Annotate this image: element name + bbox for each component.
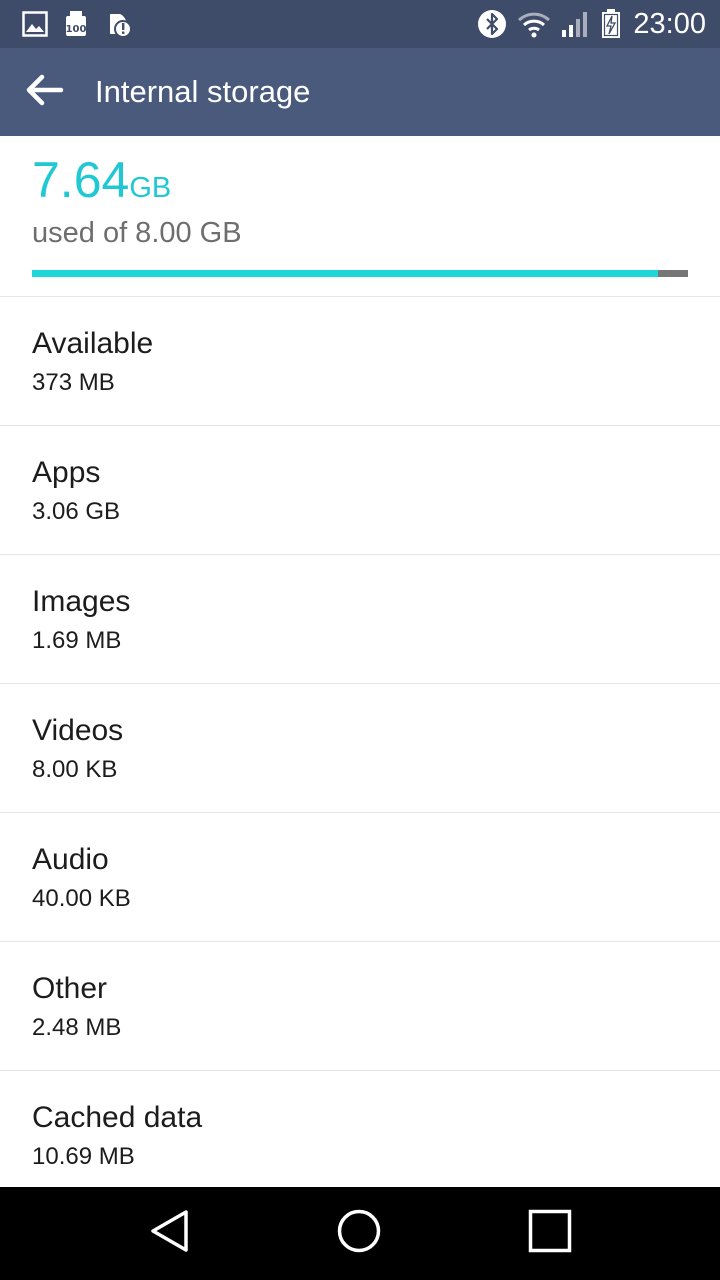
nav-home-button[interactable] (329, 1207, 389, 1259)
list-item-value: 40.00 KB (32, 885, 131, 912)
svg-text:100: 100 (66, 24, 87, 35)
list-item-value: 3.06 GB (32, 498, 121, 525)
list-item-other[interactable]: Other 2.48 MB (0, 941, 720, 1070)
nav-recents-button[interactable] (520, 1207, 580, 1259)
back-triangle-icon (148, 1208, 192, 1259)
storage-progress-bar (32, 270, 688, 277)
used-unit: GB (129, 172, 172, 204)
list-item-images[interactable]: Images 1.69 MB (0, 554, 720, 683)
list-item-label: Images (32, 585, 131, 618)
system-nav-bar (0, 1187, 720, 1280)
app-bar: Internal storage (0, 48, 720, 136)
list-item-value: 2.48 MB (32, 1014, 122, 1041)
list-item-value: 8.00 KB (32, 756, 118, 783)
signal-icon (561, 10, 591, 38)
back-button[interactable] (18, 68, 70, 116)
wifi-icon (517, 10, 551, 38)
list-item-apps[interactable]: Apps 3.06 GB (0, 425, 720, 554)
list-item-label: Videos (32, 714, 124, 747)
list-item-label: Apps (32, 456, 101, 489)
recents-square-icon (527, 1208, 573, 1259)
bluetooth-icon (477, 9, 507, 39)
nav-back-button[interactable] (140, 1207, 200, 1259)
storage-category-list: Available 373 MB Apps 3.06 GB Images 1.6… (0, 296, 720, 1199)
used-amount: 7.64GB (32, 154, 171, 206)
status-bar: 100 23:00 (0, 0, 720, 48)
battery-charging-icon (601, 9, 621, 39)
used-value: 7.64 (32, 152, 130, 208)
notification-icons: 100 (22, 10, 132, 38)
list-item-label: Audio (32, 843, 109, 876)
list-item-available[interactable]: Available 373 MB (0, 296, 720, 425)
alert-notification-icon (104, 10, 132, 38)
page-title: Internal storage (95, 74, 311, 109)
home-circle-icon (336, 1208, 382, 1259)
list-item-label: Available (32, 327, 154, 360)
list-item-label: Cached data (32, 1101, 203, 1134)
sd-card-icon: 100 (64, 10, 88, 38)
image-notification-icon (22, 11, 48, 37)
list-item-value: 1.69 MB (32, 627, 122, 654)
storage-summary: 7.64GB used of 8.00 GB (0, 136, 720, 296)
status-clock: 23:00 (633, 8, 706, 40)
list-item-label: Other (32, 972, 108, 1005)
used-of-total: used of 8.00 GB (32, 217, 242, 249)
arrow-left-icon (24, 74, 64, 111)
list-item-audio[interactable]: Audio 40.00 KB (0, 812, 720, 941)
system-status-icons: 23:00 (477, 8, 706, 40)
list-item-videos[interactable]: Videos 8.00 KB (0, 683, 720, 812)
list-item-cached-data[interactable]: Cached data 10.69 MB (0, 1070, 720, 1199)
list-item-value: 373 MB (32, 369, 115, 396)
list-item-value: 10.69 MB (32, 1143, 135, 1170)
storage-progress-fill (32, 270, 659, 277)
